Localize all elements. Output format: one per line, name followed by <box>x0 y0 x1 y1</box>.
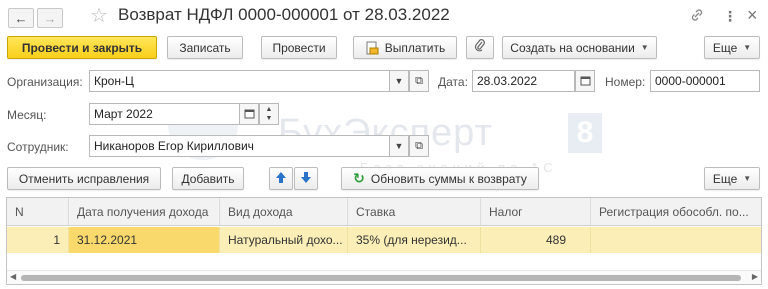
scroll-left-icon[interactable]: ◀ <box>10 272 16 281</box>
arrow-down-icon <box>301 171 311 186</box>
cell-income-date[interactable]: 31.12.2021 <box>69 227 220 253</box>
cell-income-type[interactable]: Натуральный дохо... <box>220 227 348 253</box>
save-button[interactable]: Записать <box>167 36 243 59</box>
pay-button[interactable]: Выплатить <box>353 36 457 59</box>
month-field[interactable]: Март 2022 <box>89 103 240 125</box>
attach-button[interactable] <box>466 36 494 59</box>
refund-table[interactable]: N Дата получения дохода Вид дохода Ставк… <box>6 197 762 285</box>
table-more-button[interactable]: Еще ▼ <box>704 167 760 190</box>
cell-number[interactable]: 1 <box>7 227 69 253</box>
cancel-corrections-button[interactable]: Отменить исправления <box>7 167 161 190</box>
calendar-icon <box>244 108 255 121</box>
create-based-on-button[interactable]: Создать на основании ▼ <box>502 36 657 59</box>
date-field[interactable]: 28.03.2022 <box>472 70 575 92</box>
arrow-right-icon: → <box>43 10 57 26</box>
organization-field[interactable]: Крон-Ц <box>89 70 390 92</box>
caret-down-icon: ▼ <box>394 76 404 86</box>
caret-down-icon: ▼ <box>394 141 404 151</box>
column-header-registration[interactable]: Регистрация обособл. по... <box>591 198 761 226</box>
organization-open-button[interactable]: ⧉ <box>409 70 429 92</box>
refresh-sums-button[interactable]: ↻ Обновить суммы к возврату <box>341 167 539 190</box>
cell-tax[interactable]: 489 <box>481 227 591 253</box>
column-header-income-date[interactable]: Дата получения дохода <box>69 198 220 226</box>
column-header-number[interactable]: N <box>7 198 69 226</box>
date-calendar-button[interactable] <box>575 70 595 92</box>
employee-dropdown-button[interactable]: ▼ <box>389 135 409 157</box>
more-button[interactable]: Еще ▼ <box>704 36 760 59</box>
table-row[interactable]: 1 31.12.2021 Натуральный дохо... 35% (дл… <box>7 227 761 253</box>
employee-open-button[interactable]: ⧉ <box>409 135 429 157</box>
stepper-up-icon[interactable]: ▲ <box>266 105 273 114</box>
calendar-icon <box>580 75 591 88</box>
back-button[interactable]: ← <box>8 8 34 28</box>
post-button[interactable]: Провести <box>261 36 337 59</box>
post-and-close-button[interactable]: Провести и закрыть <box>7 36 157 59</box>
forward-button[interactable]: → <box>37 8 63 28</box>
scrollbar-thumb[interactable] <box>21 275 741 281</box>
cell-rate[interactable]: 35% (для нерезид... <box>348 227 481 253</box>
refresh-icon: ↻ <box>353 170 365 186</box>
paperclip-icon <box>474 39 486 56</box>
open-window-icon: ⧉ <box>415 74 423 87</box>
move-up-button[interactable] <box>269 167 293 190</box>
watermark-badge: 8 <box>568 113 602 153</box>
link-icon[interactable] <box>690 8 704 25</box>
arrow-up-icon <box>276 171 286 186</box>
caret-down-icon: ▼ <box>640 43 649 52</box>
month-calendar-button[interactable] <box>239 103 259 125</box>
add-row-button[interactable]: Добавить <box>172 167 244 190</box>
employee-label: Сотрудник: <box>7 140 69 154</box>
date-label: Дата: <box>438 75 468 89</box>
move-down-button[interactable] <box>294 167 318 190</box>
column-header-tax[interactable]: Налог <box>481 198 591 226</box>
caret-down-icon: ▼ <box>743 174 752 183</box>
cell-registration[interactable] <box>591 227 761 253</box>
open-window-icon: ⧉ <box>415 139 423 152</box>
close-icon[interactable]: × <box>747 5 758 26</box>
number-label: Номер: <box>605 75 646 89</box>
month-label: Месяц: <box>7 108 47 122</box>
month-stepper[interactable]: ▲ ▼ <box>259 103 279 125</box>
horizontal-scrollbar[interactable]: ◀ ▶ <box>7 270 761 284</box>
organization-dropdown-button[interactable]: ▼ <box>389 70 409 92</box>
window-title: Возврат НДФЛ 0000-000001 от 28.03.2022 <box>118 5 450 24</box>
employee-field[interactable]: Никаноров Егор Кириллович <box>89 135 390 157</box>
organization-label: Организация: <box>7 75 83 89</box>
column-header-rate[interactable]: Ставка <box>348 198 481 226</box>
stepper-down-icon[interactable]: ▼ <box>266 114 273 123</box>
scroll-right-icon[interactable]: ▶ <box>752 272 758 281</box>
number-field[interactable]: 0000-000001 <box>650 70 760 92</box>
arrow-left-icon: ← <box>14 10 28 26</box>
document-pay-icon <box>365 41 379 55</box>
more-menu-icon[interactable]: ⋮ <box>723 8 737 25</box>
favorite-star-icon[interactable]: ☆ <box>90 3 108 28</box>
caret-down-icon: ▼ <box>743 43 752 52</box>
column-header-income-type[interactable]: Вид дохода <box>220 198 348 226</box>
